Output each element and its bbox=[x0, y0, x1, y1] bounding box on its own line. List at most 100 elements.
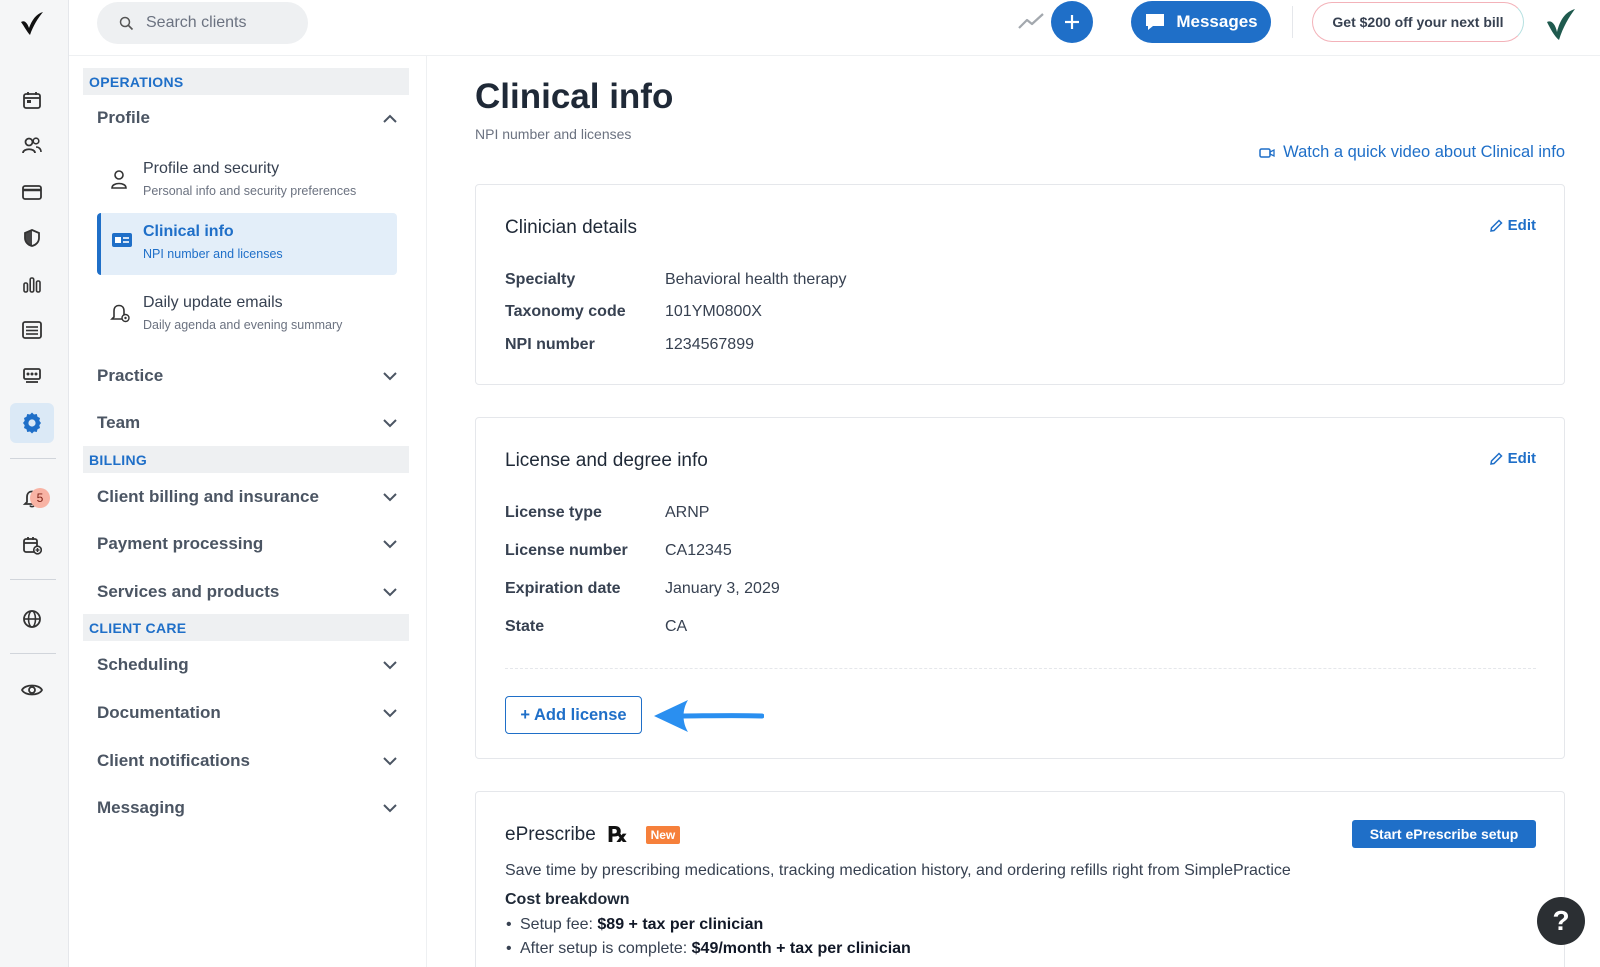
nav-group-label: Client notifications bbox=[97, 751, 250, 770]
nav-group-team[interactable]: Team bbox=[97, 408, 397, 438]
eprescribe-title-row: ePrescribe ℞ New bbox=[505, 822, 681, 848]
detail-key: NPI number bbox=[505, 336, 595, 353]
app-rail: 5 bbox=[0, 0, 69, 967]
edit-license-button[interactable]: Edit bbox=[1489, 450, 1536, 467]
detail-row: License number CA12345 bbox=[505, 542, 732, 560]
detail-row: License type ARNP bbox=[505, 504, 709, 522]
trend-chart-icon[interactable] bbox=[1017, 10, 1045, 32]
detail-key: Specialty bbox=[505, 271, 576, 288]
user-avatar[interactable] bbox=[1543, 6, 1579, 42]
nav-group-label: Messaging bbox=[97, 798, 185, 817]
chevron-down-icon bbox=[383, 660, 397, 669]
referral-promo-button[interactable]: Get $200 off your next bill bbox=[1312, 2, 1524, 42]
eprescribe-description: Save time by prescribing medications, tr… bbox=[505, 862, 1291, 879]
person-icon bbox=[111, 170, 127, 189]
sidebar-item-clinical-info[interactable]: Clinical info NPI number and licenses bbox=[97, 213, 397, 275]
topbar-divider bbox=[1292, 6, 1293, 38]
simplepractice-logo[interactable] bbox=[18, 10, 46, 38]
nav-group-profile[interactable]: Profile bbox=[97, 103, 397, 133]
sidebar-item-title: Profile and security bbox=[143, 160, 280, 177]
chevron-down-icon bbox=[383, 803, 397, 812]
nav-group-label: Team bbox=[97, 413, 141, 432]
pencil-icon bbox=[1489, 218, 1503, 232]
detail-key: License number bbox=[505, 542, 628, 559]
calendar-add-icon[interactable] bbox=[10, 525, 54, 565]
detail-value: ARNP bbox=[665, 504, 710, 521]
sidebar-item-daily-update-emails[interactable]: Daily update emails Daily agenda and eve… bbox=[97, 284, 397, 346]
nav-group-services-products[interactable]: Services and products bbox=[97, 577, 397, 607]
nav-group-scheduling[interactable]: Scheduling bbox=[97, 650, 397, 680]
search-input[interactable]: Search clients bbox=[97, 2, 308, 44]
top-bar: Search clients Messages Get $200 off you… bbox=[69, 0, 1600, 56]
edit-clinician-button[interactable]: Edit bbox=[1489, 217, 1536, 234]
dashed-divider bbox=[505, 668, 1536, 669]
nav-group-messaging[interactable]: Messaging bbox=[97, 793, 397, 823]
clinician-details-card: Clinician details Edit Specialty Behavio… bbox=[475, 184, 1565, 385]
eye-icon[interactable] bbox=[10, 670, 54, 710]
bell-settings-icon bbox=[110, 304, 130, 323]
detail-value: Behavioral health therapy bbox=[665, 271, 847, 288]
chevron-down-icon bbox=[383, 539, 397, 548]
nav-group-label: Client billing and insurance bbox=[97, 487, 319, 506]
page-title: Clinical info bbox=[475, 77, 674, 116]
sidebar-item-subtitle: Daily agenda and evening summary bbox=[143, 318, 343, 332]
main-content: Clinical info NPI number and licenses Wa… bbox=[427, 56, 1600, 967]
detail-value: 101YM0800X bbox=[665, 303, 762, 320]
plus-icon bbox=[1065, 15, 1079, 29]
detail-value: CA bbox=[665, 618, 688, 635]
sidebar-item-profile-and-security[interactable]: Profile and security Personal info and s… bbox=[97, 150, 397, 212]
clients-icon[interactable] bbox=[10, 126, 54, 166]
nav-group-payment-processing[interactable]: Payment processing bbox=[97, 529, 397, 559]
nav-group-client-notifications[interactable]: Client notifications bbox=[97, 746, 397, 776]
id-card-icon bbox=[112, 233, 132, 247]
chevron-down-icon bbox=[383, 371, 397, 380]
reports-icon[interactable] bbox=[10, 264, 54, 304]
nav-group-label: Profile bbox=[97, 108, 150, 127]
calendar-icon[interactable] bbox=[10, 80, 54, 120]
section-header-client-care: CLIENT CARE bbox=[83, 614, 409, 641]
messages-label: Messages bbox=[1176, 12, 1258, 31]
chevron-down-icon bbox=[383, 756, 397, 765]
add-license-button[interactable]: + Add license bbox=[505, 696, 642, 734]
chevron-down-icon bbox=[383, 708, 397, 717]
shield-icon[interactable] bbox=[10, 218, 54, 258]
nav-group-client-billing[interactable]: Client billing and insurance bbox=[97, 482, 397, 512]
cost-item-amount: $49/month + tax per clinician bbox=[691, 940, 911, 957]
rail-divider bbox=[10, 458, 56, 459]
detail-row: Expiration date January 3, 2029 bbox=[505, 580, 780, 598]
detail-key: Taxonomy code bbox=[505, 303, 626, 320]
section-header-operations: OPERATIONS bbox=[83, 68, 409, 95]
page-subtitle: NPI number and licenses bbox=[475, 126, 632, 142]
nav-group-label: Scheduling bbox=[97, 655, 189, 674]
marketplace-icon[interactable] bbox=[10, 356, 54, 396]
start-eprescribe-setup-button[interactable]: Start ePrescribe setup bbox=[1352, 820, 1536, 848]
nav-group-documentation[interactable]: Documentation bbox=[97, 698, 397, 728]
add-new-button[interactable] bbox=[1051, 1, 1093, 43]
cost-item: After setup is complete: $49/month + tax… bbox=[506, 940, 911, 958]
globe-icon[interactable] bbox=[10, 599, 54, 639]
nav-group-label: Payment processing bbox=[97, 534, 264, 553]
list-icon[interactable] bbox=[10, 310, 54, 350]
help-button[interactable]: ? bbox=[1537, 897, 1585, 945]
nav-group-practice[interactable]: Practice bbox=[97, 361, 397, 391]
detail-key: State bbox=[505, 618, 545, 635]
search-icon bbox=[119, 16, 134, 30]
messages-button[interactable]: Messages bbox=[1131, 1, 1271, 43]
watch-video-label: Watch a quick video about Clinical info bbox=[1283, 143, 1565, 161]
edit-label: Edit bbox=[1507, 217, 1536, 234]
cost-breakdown-heading: Cost breakdown bbox=[505, 891, 630, 908]
rx-icon: ℞ bbox=[607, 822, 628, 847]
nav-group-label: Practice bbox=[97, 366, 164, 385]
settings-gear-icon[interactable] bbox=[10, 403, 54, 443]
card-title: License and degree info bbox=[505, 450, 708, 471]
watch-video-link[interactable]: Watch a quick video about Clinical info bbox=[1259, 143, 1565, 162]
chevron-up-icon bbox=[383, 114, 397, 123]
card-title: Clinician details bbox=[505, 217, 638, 238]
new-badge: New bbox=[645, 826, 681, 844]
detail-row: Taxonomy code 101YM0800X bbox=[505, 303, 762, 321]
billing-card-icon[interactable] bbox=[10, 172, 54, 212]
sidebar-item-subtitle: Personal info and security preferences bbox=[143, 184, 357, 198]
sidebar-item-title: Daily update emails bbox=[143, 294, 283, 311]
detail-key: Expiration date bbox=[505, 580, 621, 597]
cost-item: Setup fee: $89 + tax per clinician bbox=[506, 916, 763, 934]
